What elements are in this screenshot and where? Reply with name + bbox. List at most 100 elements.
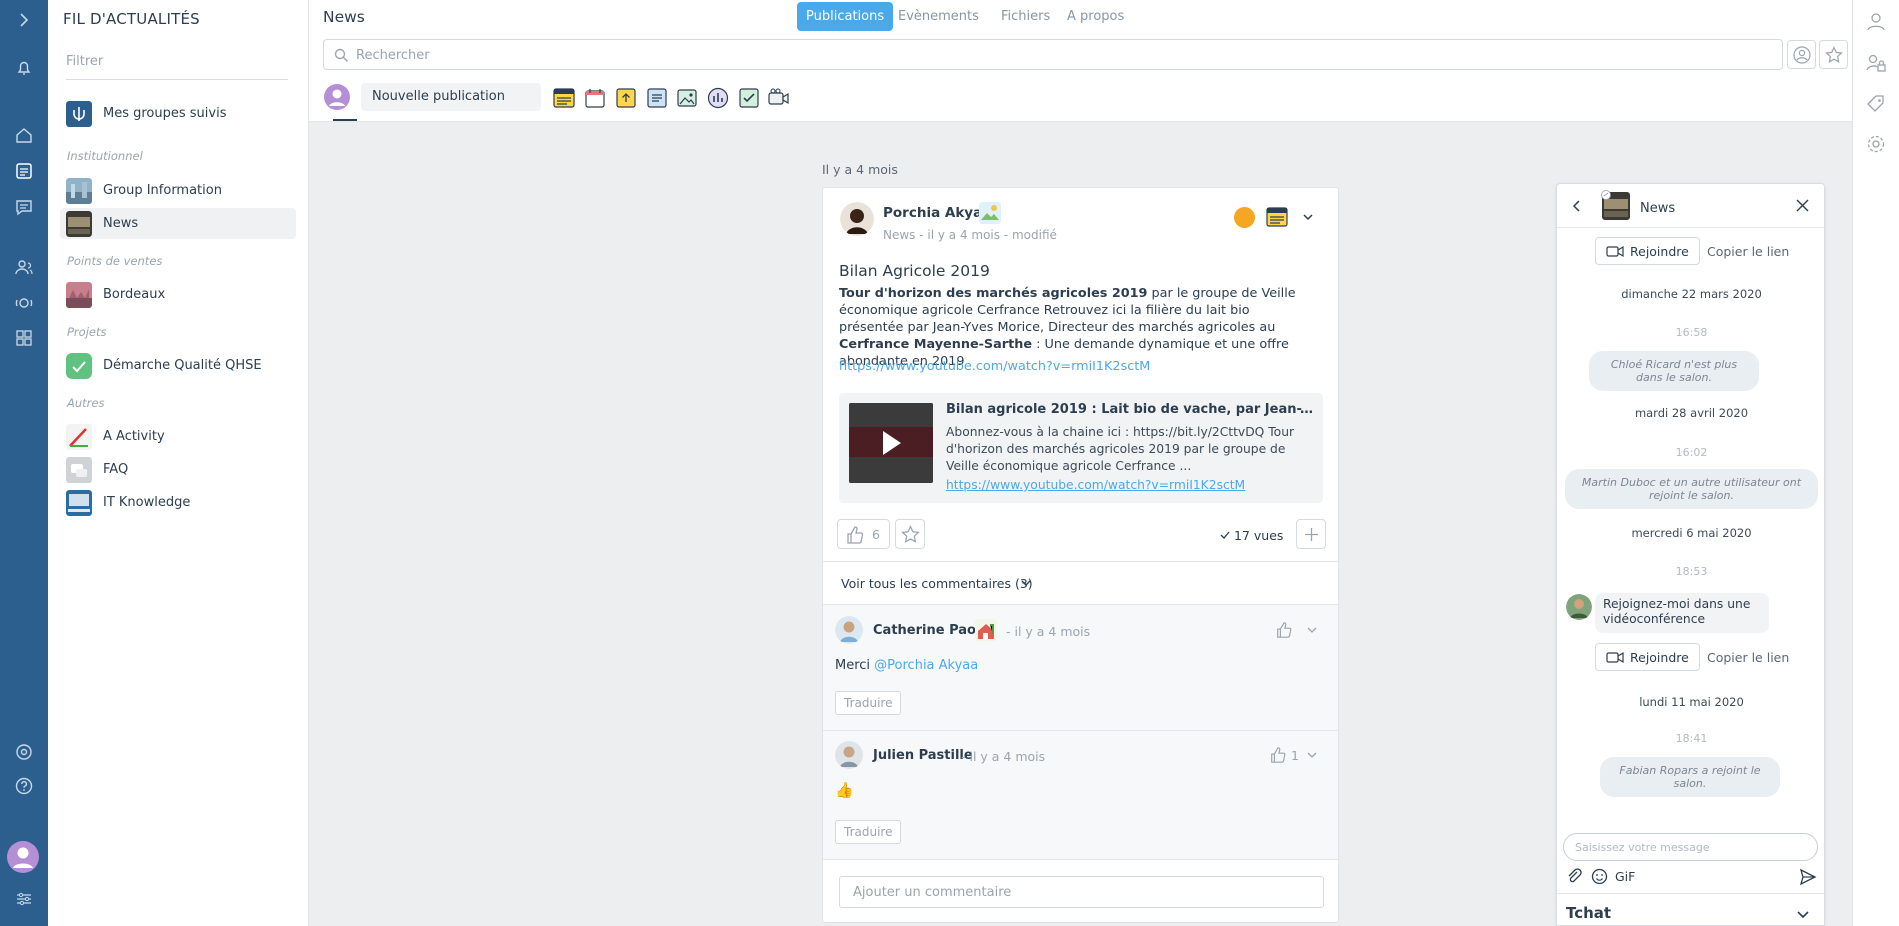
tab-publications[interactable]: Publications: [797, 2, 894, 31]
sidebar-item-it-knowledge[interactable]: IT Knowledge: [60, 487, 296, 518]
member-filter-button[interactable]: [1787, 40, 1816, 69]
messages-icon[interactable]: [13, 196, 35, 218]
user-icon[interactable]: [1865, 10, 1887, 32]
filter-input[interactable]: Filtrer: [66, 54, 288, 80]
text-document-icon[interactable]: [645, 86, 669, 110]
search-input[interactable]: Rechercher: [356, 48, 430, 63]
preview-link[interactable]: https://www.youtube.com/watch?v=rmiI1K2s…: [946, 478, 1245, 492]
favorites-filter-button[interactable]: [1819, 40, 1848, 69]
like-button[interactable]: 6: [837, 519, 890, 549]
target-icon[interactable]: [13, 741, 35, 763]
add-comment-input[interactable]: Ajouter un commentaire: [839, 876, 1324, 908]
poll-icon[interactable]: [706, 86, 730, 110]
user-avatar-icon[interactable]: [6, 840, 40, 874]
paperclip-icon[interactable]: [1566, 868, 1582, 884]
commenter-avatar[interactable]: [835, 616, 863, 644]
system-message: Martin Duboc et un autre utilisateur ont…: [1565, 469, 1818, 509]
commenter-avatar[interactable]: [835, 741, 863, 769]
user-lock-icon[interactable]: [1865, 52, 1887, 74]
link-preview[interactable]: Bilan agricole 2019 : Lait bio de vache,…: [839, 393, 1323, 503]
join-call-button[interactable]: Rejoindre: [1595, 237, 1700, 265]
post-link[interactable]: https://www.youtube.com/watch?v=rmiI1K2s…: [839, 359, 1150, 374]
emoji-icon[interactable]: [1591, 868, 1608, 885]
section-label: Institutionnel: [67, 149, 143, 163]
link-icon: [1601, 190, 1611, 200]
star-icon: [1825, 46, 1843, 63]
translate-button[interactable]: Traduire: [835, 820, 902, 844]
check-icon: [1220, 531, 1230, 539]
send-icon[interactable]: [1799, 868, 1817, 886]
thumbs-up-icon[interactable]: [1269, 746, 1287, 764]
newsfeed-icon[interactable]: [13, 160, 35, 182]
sidebar-item-qualite[interactable]: Démarche Qualité QHSE: [60, 350, 296, 381]
group-thumbnail: [66, 457, 92, 483]
expand-chevron-icon[interactable]: [13, 9, 35, 31]
chevron-down-icon[interactable]: [1307, 625, 1317, 635]
translate-button[interactable]: Traduire: [835, 691, 902, 715]
help-icon[interactable]: [13, 775, 35, 797]
post-author[interactable]: Porchia Akyaa: [883, 205, 991, 221]
back-arrow-icon[interactable]: [1569, 198, 1585, 214]
comment-author[interactable]: Julien Pastille: [873, 748, 973, 763]
sidebar-item-followed-groups[interactable]: Mes groupes suivis: [60, 98, 296, 129]
preview-description: Abonnez-vous à la chaine ici : https://b…: [946, 425, 1295, 473]
file-upload-icon[interactable]: [614, 86, 638, 110]
chat-footer-title[interactable]: Tchat: [1566, 904, 1611, 922]
article-icon[interactable]: [552, 86, 576, 110]
more-actions-button[interactable]: [1296, 519, 1326, 549]
people-icon[interactable]: [13, 256, 35, 278]
chat-date-separator: dimanche 22 mars 2020: [1621, 287, 1762, 301]
gif-button[interactable]: GiF: [1615, 869, 1635, 884]
preview-title[interactable]: Bilan agricole 2019 : Lait bio de vache,…: [946, 402, 1316, 417]
chat-message: Rejoignez-moi dans une vidéoconférence: [1595, 593, 1769, 633]
author-badge-icon: [975, 619, 997, 641]
comment-author[interactable]: Catherine Paoli: [873, 623, 985, 638]
author-avatar[interactable]: [840, 202, 874, 236]
apps-grid-icon[interactable]: [13, 327, 35, 349]
view-count: 17 vues: [1234, 528, 1284, 543]
copy-link-button[interactable]: Copier le lien: [1707, 244, 1789, 259]
home-icon[interactable]: [13, 124, 35, 146]
sidebar-item-group-information[interactable]: Group Information: [60, 175, 296, 206]
divider: [823, 859, 1338, 860]
mention-link[interactable]: @Porchia Akyaa: [874, 658, 978, 673]
copy-link-button[interactable]: Copier le lien: [1707, 650, 1789, 665]
chat-date-separator: mardi 28 avril 2020: [1634, 406, 1749, 420]
tab-a-propos[interactable]: A propos: [1058, 2, 1133, 31]
group-thumbnail: [66, 490, 92, 516]
gear-icon[interactable]: [1865, 133, 1887, 155]
bell-icon[interactable]: [13, 57, 35, 79]
image-icon[interactable]: [675, 86, 699, 110]
group-header: News Publications Evènements Fichiers A …: [309, 0, 1852, 122]
tab-evenements[interactable]: Evènements: [889, 2, 988, 31]
sidebar-item-faq[interactable]: FAQ: [60, 454, 296, 485]
sidebar-item-bordeaux[interactable]: Bordeaux: [60, 279, 296, 310]
event-calendar-icon[interactable]: [583, 86, 607, 110]
tab-fichiers[interactable]: Fichiers: [992, 2, 1059, 31]
close-icon[interactable]: [1795, 198, 1810, 213]
thumbs-up-icon[interactable]: [1275, 621, 1293, 639]
search-bar[interactable]: Rechercher: [323, 39, 1783, 70]
favorite-button[interactable]: [895, 519, 925, 549]
video-conference-icon[interactable]: [13, 292, 35, 314]
task-checklist-icon[interactable]: [737, 86, 761, 110]
comment-like-count: 1: [1291, 748, 1299, 763]
chevron-down-icon[interactable]: [1301, 210, 1315, 224]
chevron-down-icon[interactable]: [1020, 577, 1032, 589]
sidebar-item-news[interactable]: News: [60, 208, 296, 239]
see-all-comments-link[interactable]: Voir tous les commentaires (3): [841, 576, 1033, 591]
chat-message-input[interactable]: Saisissez votre message: [1563, 833, 1818, 861]
settings-sliders-icon[interactable]: [13, 888, 35, 910]
chat-timestamp: 18:53: [1675, 565, 1708, 578]
chat-timestamp: 16:02: [1675, 446, 1708, 459]
new-publication-input[interactable]: Nouvelle publication: [361, 83, 541, 111]
video-icon[interactable]: [767, 86, 791, 110]
sender-avatar[interactable]: [1566, 594, 1592, 620]
video-thumbnail[interactable]: [849, 403, 933, 483]
chevron-down-icon[interactable]: [1307, 750, 1317, 760]
join-call-button[interactable]: Rejoindre: [1595, 643, 1700, 671]
tag-icon[interactable]: [1865, 93, 1887, 115]
group-thumbnail: [66, 353, 92, 379]
chevron-down-icon[interactable]: [1795, 906, 1811, 922]
sidebar-item-activity[interactable]: A Activity: [60, 421, 296, 452]
